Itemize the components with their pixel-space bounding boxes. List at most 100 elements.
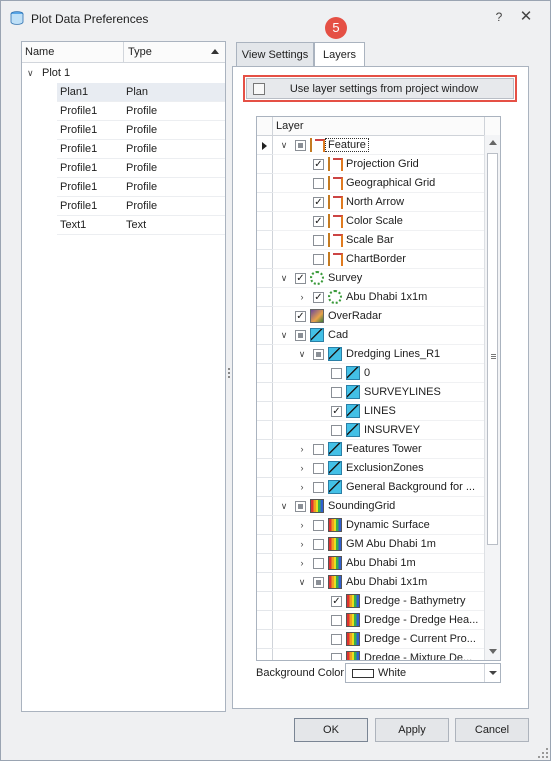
ok-button[interactable]: OK (294, 718, 368, 742)
layer-row[interactable]: INSURVEY (273, 421, 484, 440)
layer-row[interactable]: ✓ Color Scale (273, 212, 484, 231)
chevron-down-icon[interactable]: ∨ (279, 501, 289, 511)
layer-visibility-checkbox[interactable]: ✓ (313, 197, 324, 208)
layer-visibility-checkbox[interactable] (313, 520, 324, 531)
layer-visibility-checkbox[interactable] (313, 178, 324, 189)
row-indicator[interactable] (257, 459, 273, 478)
chevron-down-icon[interactable]: ∨ (279, 330, 289, 340)
plot-list[interactable]: Name Type ∨ Plot 1 Plan1 Plan Profile1 Prof… (21, 41, 226, 712)
row-indicator[interactable] (257, 212, 273, 231)
column-header-name[interactable]: Name (25, 46, 54, 58)
column-divider[interactable] (123, 42, 124, 63)
row-indicator[interactable] (257, 402, 273, 421)
layer-visibility-checkbox[interactable] (313, 577, 324, 588)
layer-row[interactable]: › General Background for ... (273, 478, 484, 497)
layer-row[interactable]: 0 (273, 364, 484, 383)
row-indicator[interactable] (257, 136, 273, 155)
row-indicator[interactable] (257, 516, 273, 535)
chevron-down-icon[interactable]: ∨ (27, 68, 34, 79)
column-header-type[interactable]: Type (128, 46, 152, 58)
chevron-right-icon[interactable]: › (297, 539, 307, 549)
layer-visibility-checkbox[interactable] (331, 368, 342, 379)
layer-row[interactable]: › Features Tower (273, 440, 484, 459)
plot-list-row[interactable]: Profile1 Profile (22, 121, 225, 140)
layer-visibility-checkbox[interactable] (313, 254, 324, 265)
layer-visibility-checkbox[interactable] (313, 349, 324, 360)
row-indicator[interactable] (257, 440, 273, 459)
plot-group-row[interactable]: ∨ Plot 1 (22, 64, 225, 83)
row-indicator[interactable] (257, 611, 273, 630)
layer-tree[interactable]: Layer ∨ Feature ✓ Projection Grid Geographic… (256, 116, 501, 661)
row-indicator[interactable] (257, 288, 273, 307)
layer-row[interactable]: ✓ Dredge - Bathymetry (273, 592, 484, 611)
scroll-up-arrow-icon[interactable] (489, 140, 497, 145)
chevron-right-icon[interactable]: › (297, 558, 307, 568)
layer-visibility-checkbox[interactable] (313, 539, 324, 550)
layer-visibility-checkbox[interactable]: ✓ (313, 216, 324, 227)
layer-row[interactable]: ∨ Dredging Lines_R1 (273, 345, 484, 364)
layer-visibility-checkbox[interactable] (331, 634, 342, 645)
row-indicator[interactable] (257, 383, 273, 402)
apply-button[interactable]: Apply (375, 718, 449, 742)
layer-row[interactable]: ∨ SoundingGrid (273, 497, 484, 516)
layer-visibility-checkbox[interactable] (295, 501, 306, 512)
layer-row[interactable]: ∨ Cad (273, 326, 484, 345)
chevron-down-icon[interactable]: ∨ (297, 577, 307, 587)
layer-visibility-checkbox[interactable] (295, 140, 306, 151)
chevron-down-icon[interactable]: ∨ (279, 140, 289, 150)
plot-list-row[interactable]: Text1 Text (22, 216, 225, 235)
layer-row[interactable]: Geographical Grid (273, 174, 484, 193)
splitter-handle[interactable] (227, 368, 231, 382)
row-indicator[interactable] (257, 307, 273, 326)
row-indicator[interactable] (257, 497, 273, 516)
chevron-right-icon[interactable]: › (297, 444, 307, 454)
layer-tree-scrollbar[interactable] (484, 135, 500, 660)
layer-row[interactable]: Scale Bar (273, 231, 484, 250)
background-color-select[interactable]: White (345, 663, 501, 683)
layer-row[interactable]: › GM Abu Dhabi 1m (273, 535, 484, 554)
tab-view-settings[interactable]: View Settings (236, 42, 314, 66)
plot-list-row[interactable]: Profile1 Profile (22, 140, 225, 159)
layer-visibility-checkbox[interactable] (313, 463, 324, 474)
row-indicator[interactable] (257, 364, 273, 383)
layer-visibility-checkbox[interactable] (313, 235, 324, 246)
plot-list-row[interactable]: Profile1 Profile (22, 178, 225, 197)
layer-row[interactable]: › Dynamic Surface (273, 516, 484, 535)
layer-row[interactable]: ChartBorder (273, 250, 484, 269)
layer-visibility-checkbox[interactable] (331, 615, 342, 626)
layer-visibility-checkbox[interactable] (295, 330, 306, 341)
row-indicator[interactable] (257, 155, 273, 174)
layer-row[interactable]: ∨ Abu Dhabi 1x1m (273, 573, 484, 592)
help-button[interactable]: ? (491, 9, 507, 25)
layer-row[interactable]: ✓ LINES (273, 402, 484, 421)
layer-row[interactable]: › ExclusionZones (273, 459, 484, 478)
layer-visibility-checkbox[interactable] (331, 387, 342, 398)
layer-visibility-checkbox[interactable] (313, 482, 324, 493)
chevron-down-icon[interactable]: ∨ (279, 273, 289, 283)
chevron-right-icon[interactable]: › (297, 520, 307, 530)
layer-row[interactable]: ∨ Feature (273, 136, 484, 155)
row-indicator[interactable] (257, 535, 273, 554)
layer-row[interactable]: Dredge - Current Pro... (273, 630, 484, 649)
layer-visibility-checkbox[interactable]: ✓ (295, 311, 306, 322)
column-header-layer[interactable]: Layer (276, 120, 304, 132)
layer-row[interactable]: Dredge - Mixture De... (273, 649, 484, 660)
row-indicator[interactable] (257, 592, 273, 611)
row-indicator[interactable] (257, 421, 273, 440)
row-indicator[interactable] (257, 193, 273, 212)
row-indicator[interactable] (257, 326, 273, 345)
layer-row[interactable]: ∨ ✓ Survey (273, 269, 484, 288)
resize-grip-icon[interactable] (538, 748, 548, 758)
layer-visibility-checkbox[interactable]: ✓ (331, 596, 342, 607)
layer-row[interactable]: ✓ Projection Grid (273, 155, 484, 174)
layer-visibility-checkbox[interactable]: ✓ (313, 159, 324, 170)
row-indicator[interactable] (257, 250, 273, 269)
layer-row[interactable]: ✓ North Arrow (273, 193, 484, 212)
chevron-down-icon[interactable]: ∨ (297, 349, 307, 359)
row-indicator[interactable] (257, 174, 273, 193)
layer-visibility-checkbox[interactable] (331, 425, 342, 436)
layer-visibility-checkbox[interactable]: ✓ (313, 292, 324, 303)
layer-visibility-checkbox[interactable] (313, 444, 324, 455)
layer-visibility-checkbox[interactable] (331, 653, 342, 660)
layer-row[interactable]: ✓ OverRadar (273, 307, 484, 326)
